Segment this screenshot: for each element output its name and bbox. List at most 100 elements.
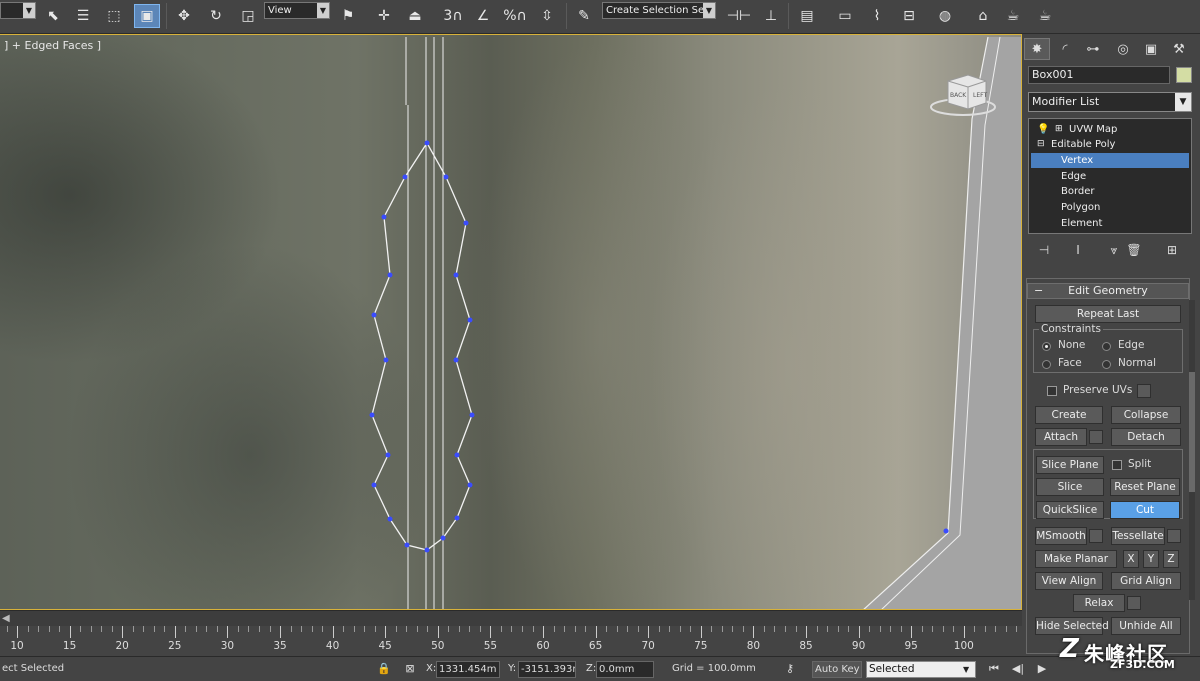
graphite-ribbon-icon[interactable]: ▭ <box>832 4 858 28</box>
mirror-icon[interactable]: ⊣⊢ <box>726 4 752 28</box>
cut-button[interactable]: Cut <box>1110 501 1180 519</box>
collapse-button[interactable]: Collapse <box>1111 406 1181 424</box>
stack-item-polygon[interactable]: Polygon <box>1031 200 1189 215</box>
expand-icon[interactable]: ⊞ <box>1055 122 1063 137</box>
align-icon[interactable]: ⊥ <box>758 4 784 28</box>
track-bar[interactable]: 10 15 20 25 30 35 40 45 50 55 60 65 70 75 80 85 90 95 100 <box>0 626 1022 656</box>
stack-item-border[interactable]: Border <box>1031 184 1189 199</box>
move-icon[interactable]: ✥ <box>172 4 196 28</box>
render-setup-icon[interactable]: ⌂ <box>970 4 996 28</box>
msmooth-button[interactable]: MSmooth <box>1035 527 1087 545</box>
constraint-none-radio[interactable] <box>1042 342 1051 351</box>
schematic-view-icon[interactable]: ⊟ <box>896 4 922 28</box>
z-coordinate-field[interactable]: 0.0mm <box>596 661 654 678</box>
unhide-all-button[interactable]: Unhide All <box>1111 617 1181 635</box>
create-button[interactable]: Create <box>1035 406 1103 424</box>
slice-button[interactable]: Slice <box>1036 478 1104 496</box>
quickslice-button[interactable]: QuickSlice <box>1036 501 1104 519</box>
make-unique-icon[interactable]: ⩔ <box>1106 242 1122 258</box>
auto-key-button[interactable]: Auto Key <box>812 661 862 678</box>
rollout-header[interactable]: − Edit Geometry <box>1027 283 1189 299</box>
keyboard-shortcut-override-icon[interactable]: ⏏ <box>402 4 428 28</box>
msmooth-settings-button[interactable] <box>1089 529 1103 543</box>
spinner-snap-icon[interactable]: ⇳ <box>534 4 560 28</box>
stack-item-vertex[interactable]: Vertex <box>1031 153 1189 168</box>
reference-coordinate-dropdown[interactable]: View ▼ <box>264 2 330 19</box>
previous-frame-icon[interactable]: ◀| <box>1010 661 1026 677</box>
planar-z-button[interactable]: Z <box>1163 550 1179 568</box>
curve-editor-icon[interactable]: ⌇ <box>864 4 890 28</box>
rotate-icon[interactable]: ↻ <box>204 4 228 28</box>
key-icon[interactable]: ⚷ <box>782 661 798 677</box>
pin-stack-icon[interactable]: ⊣ <box>1036 242 1052 258</box>
selection-filter-dropdown[interactable]: ▼ <box>0 2 36 19</box>
render-production-icon[interactable]: ☕ <box>1032 4 1058 28</box>
relax-settings-button[interactable] <box>1127 596 1141 610</box>
planar-y-button[interactable]: Y <box>1143 550 1159 568</box>
preserve-uvs-checkbox[interactable] <box>1047 386 1057 396</box>
x-coordinate-field[interactable]: 1331.454m <box>436 661 500 678</box>
object-color-swatch[interactable] <box>1176 67 1192 83</box>
chevron-left-icon[interactable]: ◀ <box>2 613 10 624</box>
stack-item-uvw-map[interactable]: 💡 ⊞ UVW Map <box>1031 122 1189 137</box>
go-to-start-icon[interactable]: ⏮ <box>986 661 1002 677</box>
select-manipulate-icon[interactable]: ✛ <box>372 4 396 28</box>
key-filter-dropdown[interactable]: Selected ▼ <box>866 661 976 678</box>
stack-item-editable-poly[interactable]: ⊟ Editable Poly <box>1031 137 1189 152</box>
reset-plane-button[interactable]: Reset Plane <box>1110 478 1180 496</box>
scale-icon[interactable]: ◲ <box>236 4 260 28</box>
lock-selection-icon[interactable]: 🔒 <box>376 661 392 677</box>
remove-modifier-icon[interactable]: 🗑 <box>1126 242 1142 258</box>
layer-manager-icon[interactable]: ▤ <box>794 4 820 28</box>
snap-toggle-icon[interactable]: 3 ∩ <box>440 4 466 28</box>
repeat-last-button[interactable]: Repeat Last <box>1035 305 1181 323</box>
tessellate-button[interactable]: Tessellate <box>1111 527 1165 545</box>
play-icon[interactable]: ▶ <box>1034 661 1050 677</box>
motion-tab-icon[interactable]: ◎ <box>1110 38 1136 60</box>
utilities-tab-icon[interactable]: ⚒ <box>1166 38 1192 60</box>
split-checkbox[interactable] <box>1112 460 1122 470</box>
viewcube-icon[interactable]: BACK LEFT <box>928 71 998 121</box>
constraint-edge-radio[interactable] <box>1102 342 1111 351</box>
show-end-result-icon[interactable]: Ⅰ <box>1070 242 1086 258</box>
rendered-frame-window-icon[interactable]: ☕ <box>1000 4 1026 28</box>
relax-button[interactable]: Relax <box>1073 594 1125 612</box>
attach-settings-button[interactable] <box>1089 430 1103 444</box>
perspective-viewport[interactable]: ] + Edged Faces ] BACK LEFT <box>0 34 1022 610</box>
constraint-face-radio[interactable] <box>1042 360 1051 369</box>
stack-item-edge[interactable]: Edge <box>1031 169 1189 184</box>
attach-button[interactable]: Attach <box>1035 428 1087 446</box>
modify-tab-icon[interactable]: ◜ <box>1052 38 1078 60</box>
grid-align-button[interactable]: Grid Align <box>1111 572 1181 590</box>
select-object-icon[interactable]: ⬉ <box>42 4 64 28</box>
y-coordinate-field[interactable]: -3151.393r <box>518 661 576 678</box>
detach-button[interactable]: Detach <box>1111 428 1181 446</box>
pivot-center-icon[interactable]: ⚑ <box>336 4 360 28</box>
planar-x-button[interactable]: X <box>1123 550 1139 568</box>
slice-plane-button[interactable]: Slice Plane <box>1036 456 1104 474</box>
absolute-mode-icon[interactable]: ⊠ <box>402 661 418 677</box>
stack-item-element[interactable]: Element <box>1031 216 1189 231</box>
window-crossing-icon[interactable]: ▣ <box>134 4 160 28</box>
tessellate-settings-button[interactable] <box>1167 529 1181 543</box>
view-align-button[interactable]: View Align <box>1035 572 1103 590</box>
rectangular-selection-icon[interactable]: ⬚ <box>102 4 126 28</box>
lightbulb-icon[interactable]: 💡 <box>1037 122 1049 137</box>
make-planar-button[interactable]: Make Planar <box>1035 550 1117 568</box>
angle-snap-icon[interactable]: ∠ <box>470 4 496 28</box>
hierarchy-tab-icon[interactable]: ⊶ <box>1080 38 1106 60</box>
time-slider[interactable]: ◀ <box>0 610 1022 626</box>
create-tab-icon[interactable]: ✸ <box>1024 38 1050 60</box>
preserve-uvs-settings-button[interactable] <box>1137 384 1151 398</box>
modifier-list-dropdown[interactable]: Modifier List ▼ <box>1028 92 1192 112</box>
select-by-name-icon[interactable]: ☰ <box>72 4 94 28</box>
named-selection-set-dropdown[interactable]: Create Selection Se ▼ <box>602 2 716 19</box>
display-tab-icon[interactable]: ▣ <box>1138 38 1164 60</box>
material-editor-icon[interactable]: ◍ <box>932 4 958 28</box>
edit-named-selection-icon[interactable]: ✎ <box>572 4 596 28</box>
configure-sets-icon[interactable]: ⊞ <box>1164 242 1180 258</box>
collapse-icon[interactable]: ⊟ <box>1037 137 1045 152</box>
constraint-normal-radio[interactable] <box>1102 360 1111 369</box>
percent-snap-icon[interactable]: % ∩ <box>502 4 528 28</box>
scrollbar-thumb[interactable] <box>1189 372 1195 492</box>
